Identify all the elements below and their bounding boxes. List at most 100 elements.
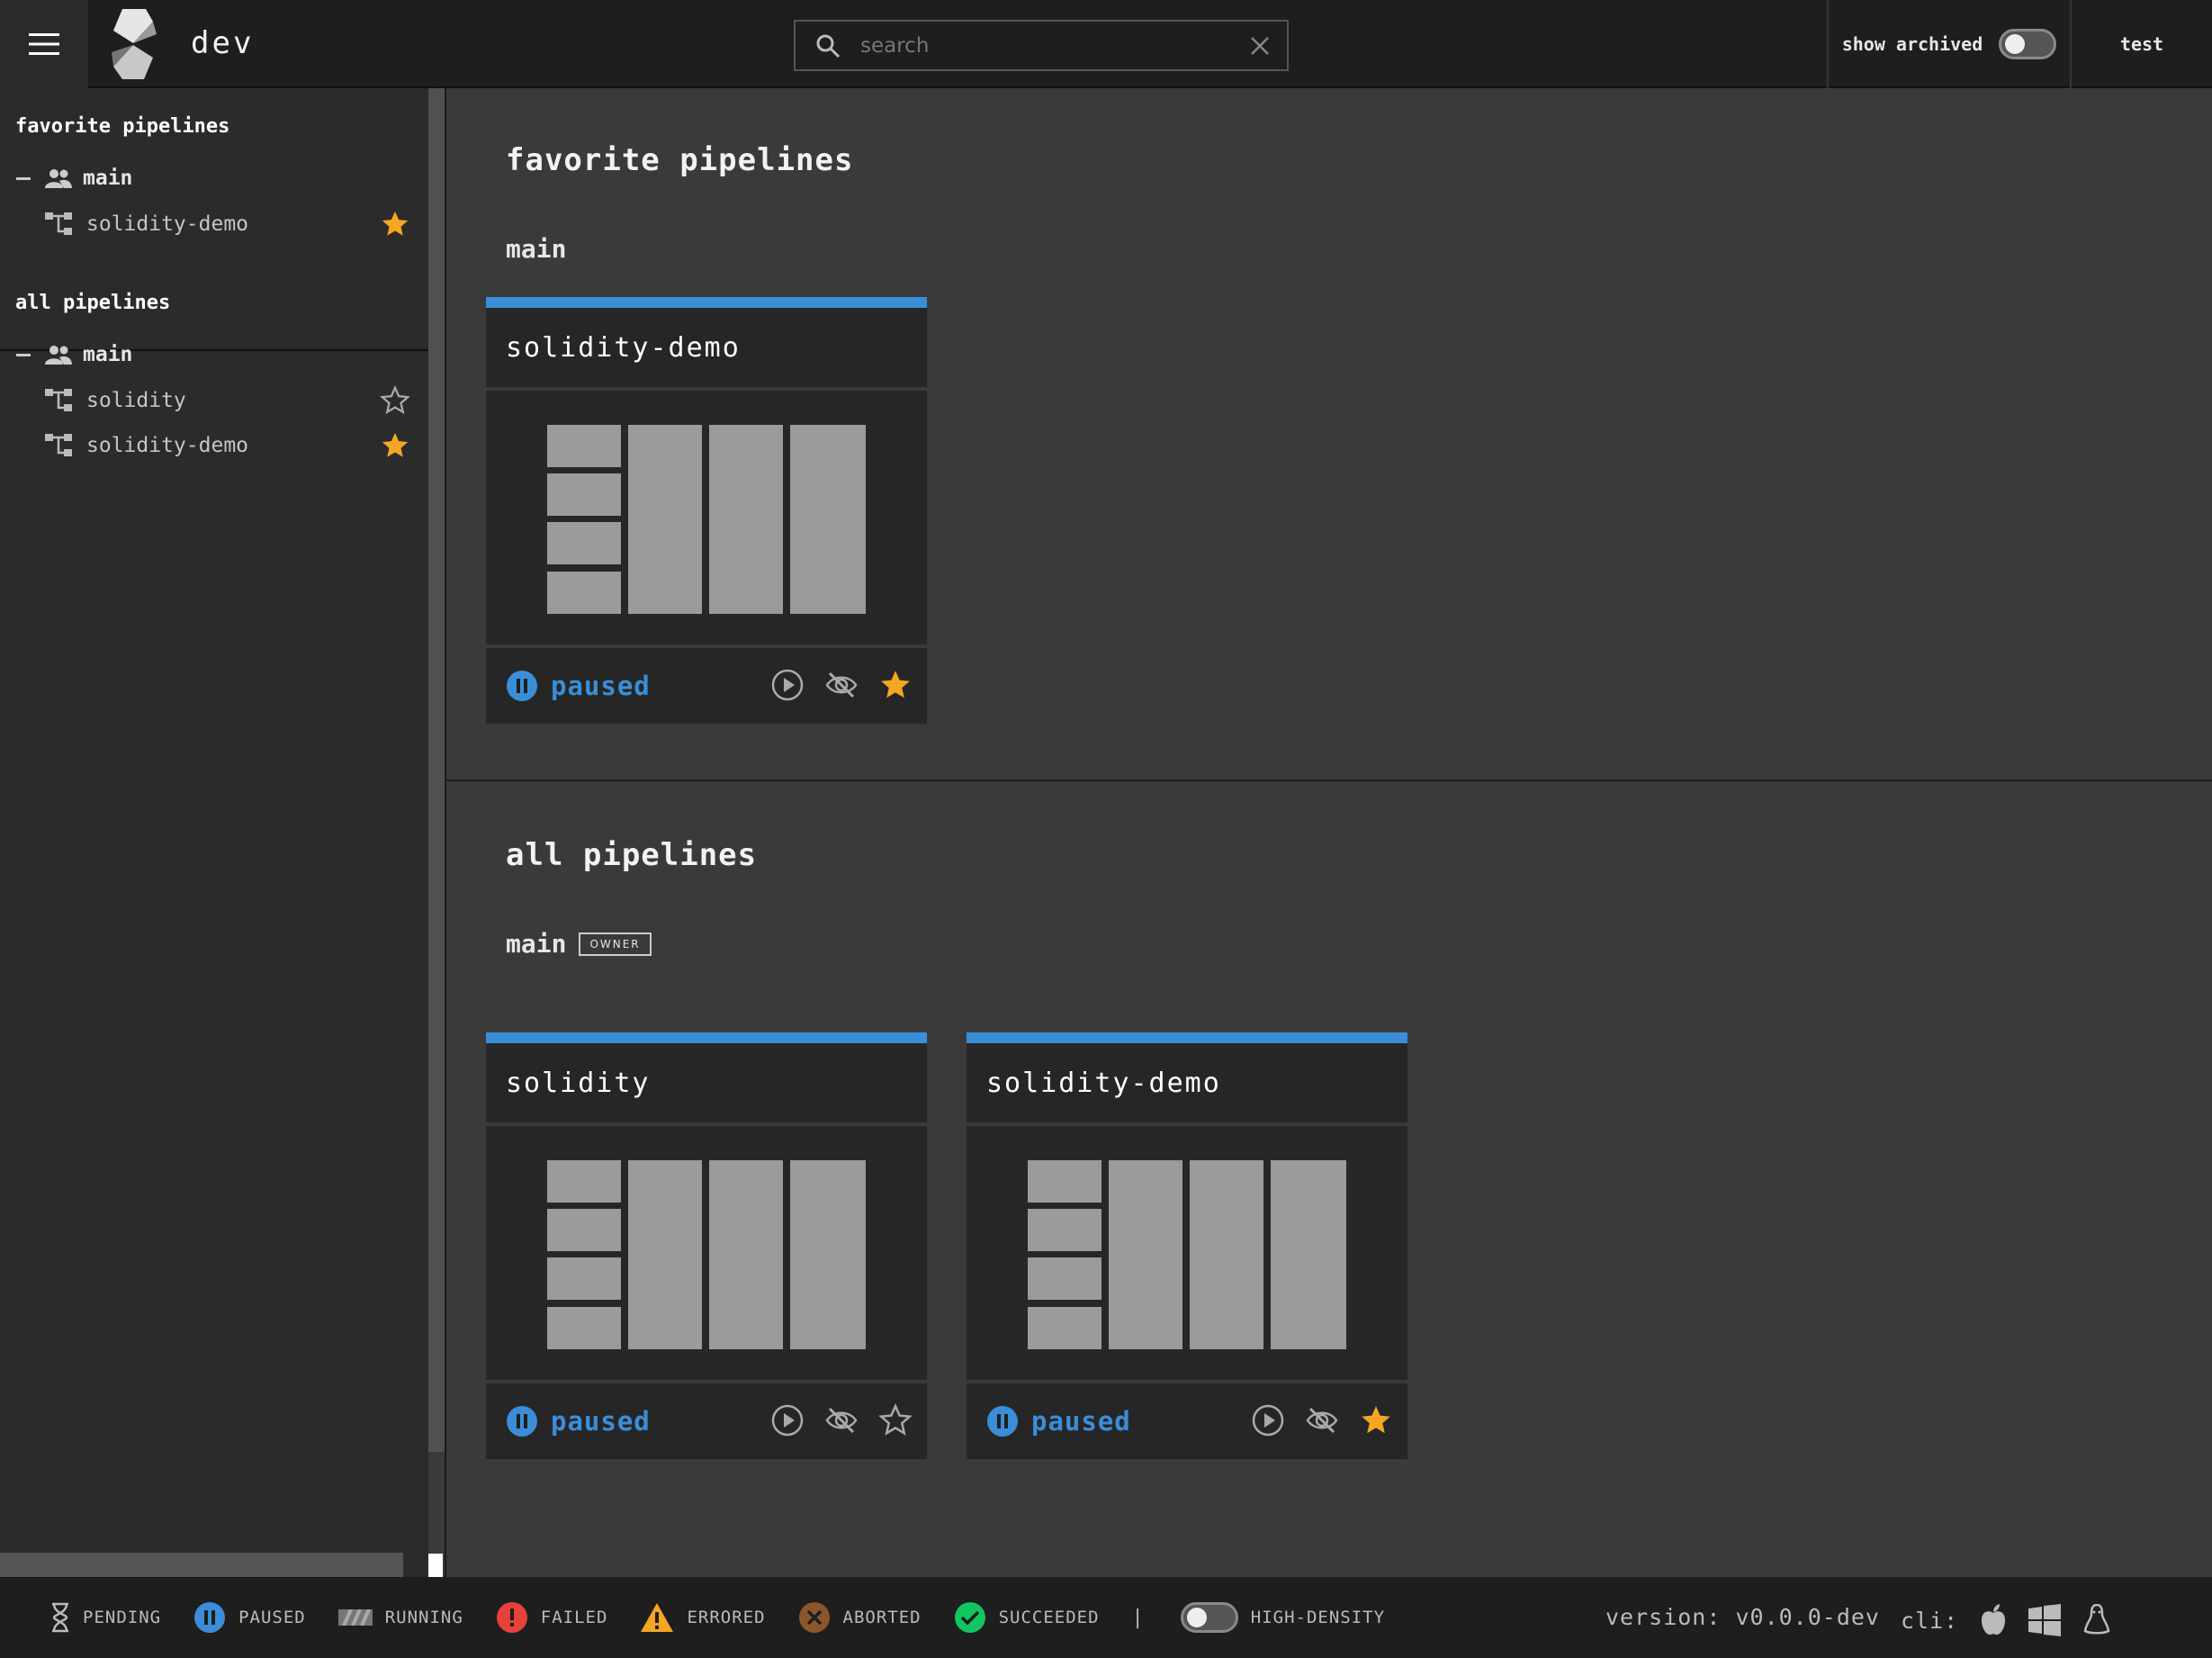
favorites-section-title: favorite pipelines xyxy=(506,142,854,178)
sidebar: favorite pipelines main solidity-demo al… xyxy=(0,88,428,1577)
favorites-team-title: main xyxy=(506,234,566,264)
legend-label: ERRORED xyxy=(687,1608,766,1627)
pipeline-card[interactable]: solidity paused xyxy=(486,1032,927,1468)
sidebar-pipeline-label: solidity-demo xyxy=(86,434,249,457)
pipeline-card-header[interactable]: solidity xyxy=(486,1043,927,1122)
paused-status-icon xyxy=(194,1602,226,1633)
pipeline-card-header[interactable]: solidity-demo xyxy=(486,308,927,387)
pipeline-status-bar xyxy=(486,297,927,308)
sidebar-pipeline-item[interactable]: solidity xyxy=(0,378,428,423)
preview-job xyxy=(1109,1160,1182,1349)
play-pipeline-icon[interactable] xyxy=(770,1403,805,1437)
windows-icon[interactable] xyxy=(2028,1604,2062,1636)
pipeline-status-text: paused xyxy=(551,1406,651,1437)
team-icon xyxy=(45,346,72,365)
pipeline-card[interactable]: solidity-demo paused xyxy=(967,1032,1407,1468)
team-name: dev xyxy=(191,25,255,61)
show-archived-toggle[interactable] xyxy=(1999,29,2057,59)
legend-running: RUNNING xyxy=(337,1608,463,1627)
hide-pipeline-icon[interactable] xyxy=(824,1403,859,1437)
pipeline-status-text: paused xyxy=(551,671,651,701)
apple-icon[interactable] xyxy=(1980,1604,2007,1636)
failed-status-icon xyxy=(496,1602,527,1633)
sidebar-team-label: main xyxy=(83,167,133,190)
pipeline-card[interactable]: solidity-demo paused xyxy=(486,297,927,733)
high-density-toggle[interactable] xyxy=(1180,1602,1238,1633)
pipeline-preview[interactable] xyxy=(486,391,927,644)
pipeline-name: solidity-demo xyxy=(506,331,741,364)
pipeline-card-footer: paused xyxy=(486,1383,927,1459)
show-archived-control: show archived xyxy=(1827,0,2072,88)
preview-job xyxy=(1028,1209,1102,1251)
favorite-star-outline-icon[interactable] xyxy=(380,385,410,416)
pipeline-name: solidity xyxy=(506,1067,651,1099)
preview-job xyxy=(547,1160,621,1203)
preview-job xyxy=(547,1209,621,1251)
clear-search-icon[interactable] xyxy=(1233,22,1287,69)
pipeline-actions xyxy=(770,668,913,702)
high-density-label: HIGH-DENSITY xyxy=(1250,1608,1386,1627)
sidebar-pipeline-label: solidity xyxy=(86,389,186,412)
favorite-star-filled-icon[interactable] xyxy=(878,668,913,702)
preview-job xyxy=(1028,1160,1102,1203)
pipeline-status-text: paused xyxy=(1031,1406,1131,1437)
pipeline-preview[interactable] xyxy=(967,1126,1407,1380)
legend-aborted: ABORTED xyxy=(798,1601,922,1634)
pipeline-card-footer: paused xyxy=(967,1383,1407,1459)
sidebar-vertical-scrollbar[interactable] xyxy=(428,88,445,1452)
favorite-star-outline-icon[interactable] xyxy=(878,1403,913,1437)
hide-pipeline-icon[interactable] xyxy=(824,668,859,702)
hamburger-menu-button[interactable] xyxy=(0,0,88,88)
collapse-icon[interactable] xyxy=(16,176,31,180)
pipeline-card-header[interactable]: solidity-demo xyxy=(967,1043,1407,1122)
sidebar-all-title: all pipelines xyxy=(15,292,171,314)
aborted-status-icon xyxy=(798,1602,830,1633)
sidebar-favorites-title: favorite pipelines xyxy=(15,115,230,138)
all-pipelines-team-title: main OWNER xyxy=(506,929,652,959)
preview-job xyxy=(628,425,702,614)
hourglass-icon xyxy=(52,1602,68,1633)
pipeline-preview[interactable] xyxy=(486,1126,927,1380)
sidebar-horizontal-scrollbar[interactable] xyxy=(0,1553,403,1577)
search-input[interactable] xyxy=(860,22,1233,69)
sidebar-pipeline-item[interactable]: solidity-demo xyxy=(0,202,428,247)
sidebar-team-label: main xyxy=(83,343,133,366)
scroll-corner xyxy=(428,1554,443,1577)
pipeline-actions xyxy=(770,1403,913,1437)
legend-label: PENDING xyxy=(83,1608,162,1627)
preview-job xyxy=(1028,1307,1102,1349)
pipeline-preview-graph xyxy=(547,1160,866,1349)
paused-status-icon xyxy=(987,1406,1018,1437)
sidebar-favorites-section: favorite pipelines xyxy=(0,115,229,138)
play-pipeline-icon[interactable] xyxy=(1251,1403,1285,1437)
show-archived-label: show archived xyxy=(1841,33,1983,55)
sidebar-pipeline-item[interactable]: solidity-demo xyxy=(0,423,428,468)
legend-label: FAILED xyxy=(540,1608,608,1627)
dashboard-main: favorite pipelines main solidity-demo pa… xyxy=(446,88,2212,1577)
preview-job xyxy=(547,1257,621,1300)
favorite-star-filled-icon[interactable] xyxy=(380,209,410,239)
top-bar: dev show archived test xyxy=(0,0,2212,88)
concourse-logo-icon[interactable] xyxy=(106,7,160,81)
pipeline-status-bar xyxy=(967,1032,1407,1043)
play-pipeline-icon[interactable] xyxy=(770,668,805,702)
sidebar-all-team-main[interactable]: main xyxy=(0,337,428,373)
section-divider xyxy=(446,779,2212,781)
legend-label: ABORTED xyxy=(842,1608,922,1627)
favorite-star-filled-icon[interactable] xyxy=(1359,1403,1393,1437)
legend-footer: PENDING PAUSED RUNNING FAILED ERRORED AB… xyxy=(0,1577,2212,1658)
search-box[interactable] xyxy=(794,20,1289,71)
user-menu[interactable]: test xyxy=(2072,0,2212,88)
cli-downloads: cli: xyxy=(1901,1604,2111,1636)
favorite-star-filled-icon[interactable] xyxy=(380,430,410,461)
preview-job xyxy=(709,425,783,614)
collapse-icon[interactable] xyxy=(16,353,31,356)
preview-job xyxy=(709,1160,783,1349)
sidebar-favorites-team-main[interactable]: main xyxy=(0,160,428,196)
hide-pipeline-icon[interactable] xyxy=(1305,1403,1339,1437)
linux-icon[interactable] xyxy=(2082,1604,2111,1636)
sidebar-all-section: all pipelines xyxy=(0,292,170,314)
team-label: main xyxy=(506,929,567,959)
preview-job xyxy=(1271,1160,1346,1349)
legend-label: RUNNING xyxy=(384,1608,463,1627)
